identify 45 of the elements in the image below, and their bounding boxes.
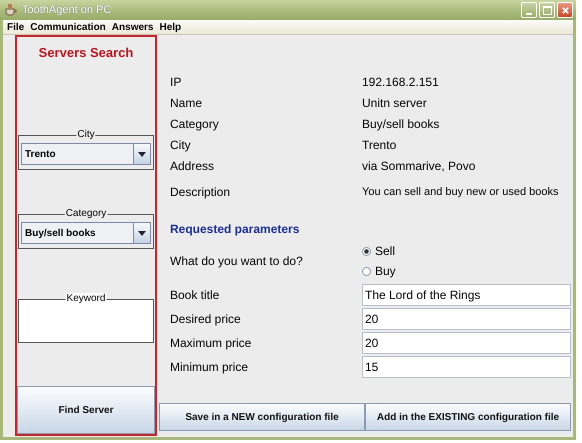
radio-label[interactable]: Sell — [375, 244, 396, 258]
action-button[interactable]: Save in a NEW configuration file — [159, 403, 365, 431]
field-label: Book title — [170, 288, 220, 302]
field-label: Description — [170, 184, 232, 198]
field-value: You can sell and buy new or used books — [362, 186, 560, 198]
window-title: ToothAgent on PC — [22, 4, 112, 16]
minimize-button[interactable] — [521, 2, 537, 18]
text-field[interactable]: The Lord of the Rings — [362, 284, 571, 306]
section-heading: Requested parameters — [170, 222, 300, 238]
menu-item[interactable]: Help — [157, 22, 186, 32]
field-label: IP — [170, 74, 182, 88]
group-label: City — [76, 129, 96, 141]
radio-indicator[interactable] — [362, 246, 371, 256]
field-label: Category — [170, 116, 220, 130]
cup-icon — [4, 3, 18, 17]
menu-item[interactable]: File — [5, 22, 28, 32]
field-label: City — [170, 138, 192, 152]
field-label: Address — [170, 158, 216, 172]
text-field[interactable]: 20 — [362, 332, 571, 354]
menu-item[interactable]: Communication — [28, 22, 110, 32]
panel-title: Servers Search — [38, 45, 134, 60]
field-label: Desired price — [170, 312, 242, 326]
radio-label[interactable]: Buy — [375, 264, 396, 278]
field-label: Name — [170, 96, 204, 110]
field-label: What do you want to do? — [170, 254, 304, 268]
maximize-button[interactable] — [539, 2, 555, 18]
group-label: Category — [64, 208, 108, 220]
action-button[interactable]: Add in the EXISTING configuration file — [365, 403, 571, 431]
find-server-button[interactable]: Find Server — [17, 386, 155, 434]
field-value: via Sommarive, Povo — [362, 158, 476, 172]
radio-indicator[interactable] — [362, 266, 371, 276]
menu-item[interactable]: Answers — [110, 22, 158, 32]
text-field[interactable]: 15 — [362, 356, 571, 378]
field-label: Minimum price — [170, 360, 250, 374]
text-field[interactable]: 20 — [362, 308, 571, 330]
field-value: Unitn server — [362, 96, 428, 110]
dropdown[interactable]: Trento — [21, 143, 151, 165]
field-value: Trento — [362, 138, 398, 152]
field-value: Buy/sell books — [362, 116, 440, 130]
field-label: Maximum price — [170, 336, 252, 350]
field-value: 192.168.2.151 — [362, 74, 440, 88]
close-icon — [560, 6, 570, 14]
dropdown[interactable]: Buy/sell books — [21, 222, 151, 244]
close-button[interactable] — [557, 2, 573, 18]
field-label: Keyword — [66, 293, 106, 305]
